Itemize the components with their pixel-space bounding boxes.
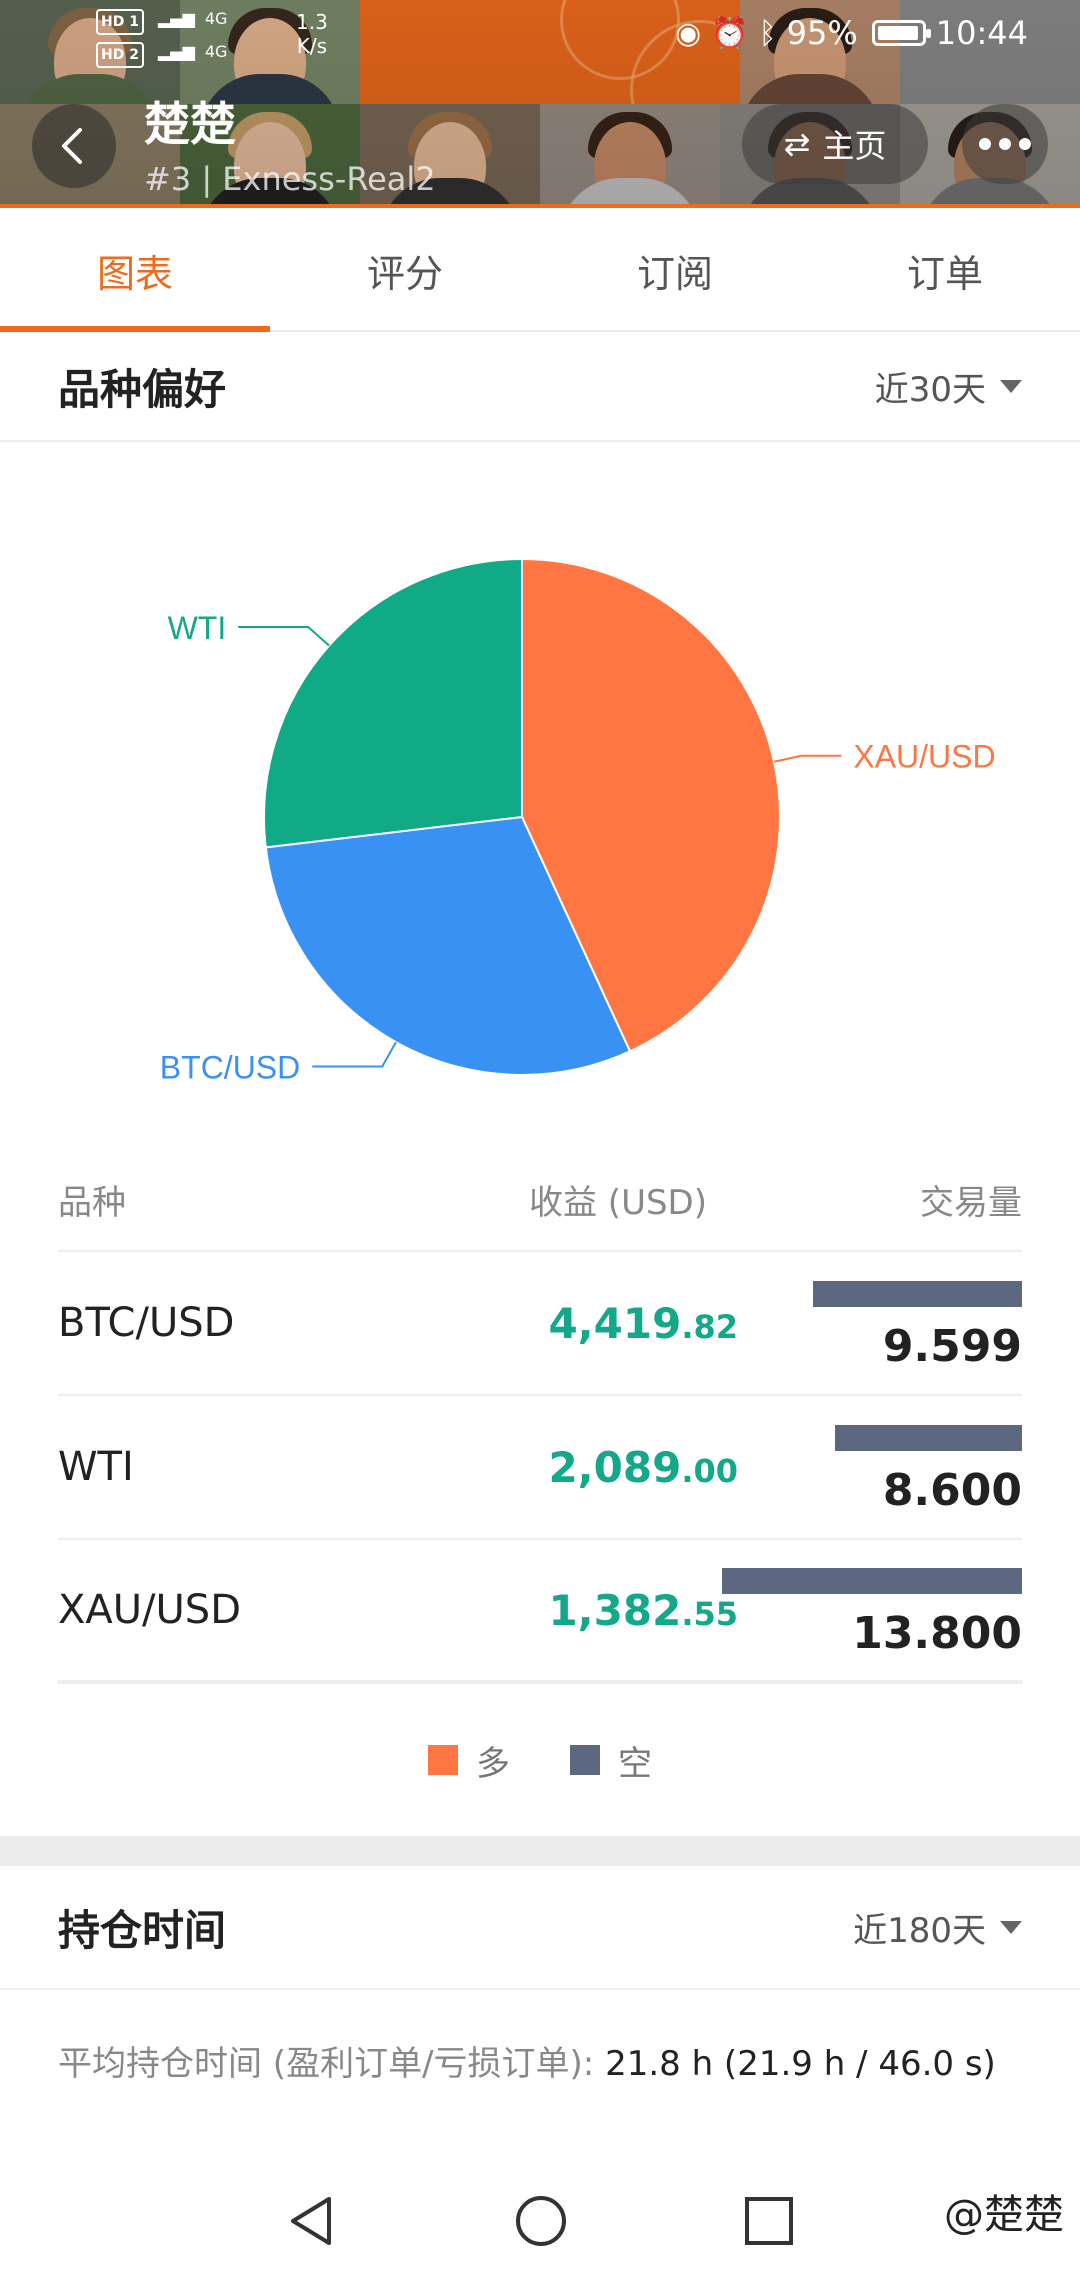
- tab-subscribe[interactable]: 订阅: [540, 210, 810, 330]
- row-volume: 13.800: [722, 1538, 1022, 1682]
- volume-bar: [722, 1568, 1022, 1594]
- pie-slice-wti[interactable]: [263, 557, 523, 849]
- section-title: 持仓时间: [58, 1905, 227, 1955]
- header-symbol: 品种: [58, 1182, 126, 1223]
- legend-short[interactable]: 空: [570, 1736, 652, 1785]
- volume-value: 9.599: [882, 1321, 1022, 1372]
- eye-icon: ◉: [675, 15, 702, 51]
- alarm-icon: ⏰: [711, 15, 749, 51]
- row-symbol: BTC/USD: [58, 1300, 235, 1346]
- network-speed: 1.3 K/s: [296, 10, 328, 58]
- volume-value: 8.600: [882, 1465, 1022, 1516]
- caret-down-icon: [1000, 379, 1022, 393]
- clock: 10:44: [935, 14, 1028, 52]
- table-header: 品种 收益 (USD) 交易量: [58, 1148, 1022, 1252]
- pie-label: WTI: [168, 610, 227, 646]
- battery-percent: 95%: [786, 14, 858, 52]
- legend: 多 空: [0, 1730, 1080, 1790]
- pie-label: BTC/USD: [160, 1050, 300, 1086]
- swap-icon: ⇄: [783, 125, 811, 163]
- table-row[interactable]: WTI 2,089.00 8.600: [58, 1396, 1022, 1540]
- status-bar-right: ◉ ⏰ ᛒ 95% 10:44: [675, 14, 1028, 52]
- nav-back-button[interactable]: [276, 2186, 346, 2256]
- tab-orders[interactable]: 订单: [810, 210, 1080, 330]
- pie-leader-line: [238, 626, 330, 647]
- symbol-table: 品种 收益 (USD) 交易量 BTC/USD 4,419.82 9.599 W…: [58, 1148, 1022, 1684]
- pie-chart-svg: XAU/USD BTC/USD WTI: [160, 557, 996, 1086]
- avg-hold-label: 平均持仓时间 (盈利订单/亏损订单):: [58, 2044, 606, 2084]
- row-profit: 4,419.82: [548, 1298, 738, 1348]
- row-symbol: XAU/USD: [58, 1587, 241, 1633]
- avg-hold-time: 平均持仓时间 (盈利订单/亏损订单): 21.8 h (21.9 h / 46.…: [58, 2036, 996, 2085]
- legend-short-label: 空: [618, 1743, 652, 1784]
- symbol-pref-header: 品种偏好 近30天: [0, 332, 1080, 442]
- hd2-badge: HD 2: [96, 42, 144, 68]
- hd1-badge: HD 1: [96, 9, 144, 35]
- volume-bar: [813, 1281, 1022, 1307]
- section-title: 品种偏好: [58, 364, 227, 414]
- header-volume: 交易量: [920, 1182, 1022, 1223]
- home-button-label: 主页: [822, 127, 887, 165]
- chevron-left-icon: [62, 128, 82, 164]
- more-dots-icon: [979, 138, 991, 150]
- row-volume: 8.600: [758, 1395, 1022, 1539]
- home-button[interactable]: ⇄ 主页: [742, 104, 928, 184]
- legend-long[interactable]: 多: [428, 1736, 510, 1785]
- watermark: @楚楚: [944, 2192, 1064, 2238]
- header-profit: 收益 (USD): [529, 1182, 707, 1223]
- range-label: 近30天: [874, 369, 986, 410]
- row-profit: 2,089.00: [548, 1442, 738, 1492]
- table-row[interactable]: XAU/USD 1,382.55 13.800: [58, 1540, 1022, 1684]
- range-label: 近180天: [853, 1910, 986, 1951]
- range-dropdown[interactable]: 近30天: [875, 362, 1022, 411]
- bluetooth-icon: ᛒ: [758, 15, 777, 51]
- more-button[interactable]: [962, 104, 1048, 184]
- nav-recents-button[interactable]: [734, 2186, 804, 2256]
- pie-label: XAU/USD: [853, 739, 995, 775]
- tab-bar: 图表 评分 订阅 订单: [0, 210, 1080, 332]
- battery-icon: [871, 20, 931, 46]
- pie-leader-line: [773, 754, 842, 763]
- square-recents-icon: [745, 2197, 793, 2245]
- back-button[interactable]: [32, 104, 116, 188]
- avg-hold-value: 21.8 h (21.9 h / 46.0 s): [605, 2044, 996, 2084]
- legend-swatch-short: [570, 1745, 600, 1775]
- row-symbol: WTI: [58, 1444, 134, 1490]
- signal-icon: ▂▄▆: [157, 42, 195, 61]
- table-row[interactable]: BTC/USD 4,419.82 9.599: [58, 1252, 1022, 1396]
- profile-subtitle: #3 | Exness-Real2: [144, 160, 436, 198]
- row-volume: 9.599: [758, 1251, 1022, 1395]
- circle-home-icon: [516, 2196, 566, 2246]
- signal-icon: ▂▄▆: [157, 9, 195, 28]
- tab-rating[interactable]: 评分: [270, 210, 540, 330]
- volume-bar: [835, 1425, 1022, 1451]
- pie-chart: XAU/USD BTC/USD WTI: [0, 444, 1080, 1124]
- profile-header: HD 1 ▂▄▆ 4G HD 2 ▂▄▆ 4G 1.3 K/s ◉ ⏰ ᛒ 95% 10:…: [0, 0, 1080, 208]
- volume-value: 13.800: [852, 1608, 1022, 1659]
- network-type: 4G: [204, 9, 228, 28]
- profile-name: 楚楚: [144, 97, 236, 151]
- system-nav-bar: [0, 2160, 1080, 2280]
- legend-swatch-long: [428, 1745, 458, 1775]
- pie-leader-line: [312, 1041, 397, 1068]
- network-type: 4G: [204, 42, 228, 61]
- range-dropdown[interactable]: 近180天: [853, 1903, 1022, 1952]
- nav-home-button[interactable]: [506, 2186, 576, 2256]
- row-profit: 1,382.55: [548, 1585, 738, 1635]
- hold-time-header: 持仓时间 近180天: [0, 1866, 1080, 1990]
- legend-long-label: 多: [476, 1743, 510, 1784]
- tab-chart[interactable]: 图表: [0, 210, 270, 332]
- status-bar-left: HD 1 ▂▄▆ 4G HD 2 ▂▄▆ 4G 1.3 K/s: [96, 8, 328, 68]
- caret-down-icon: [1000, 1920, 1022, 1934]
- section-divider: [0, 1836, 1080, 1866]
- triangle-back-icon: [291, 2197, 331, 2245]
